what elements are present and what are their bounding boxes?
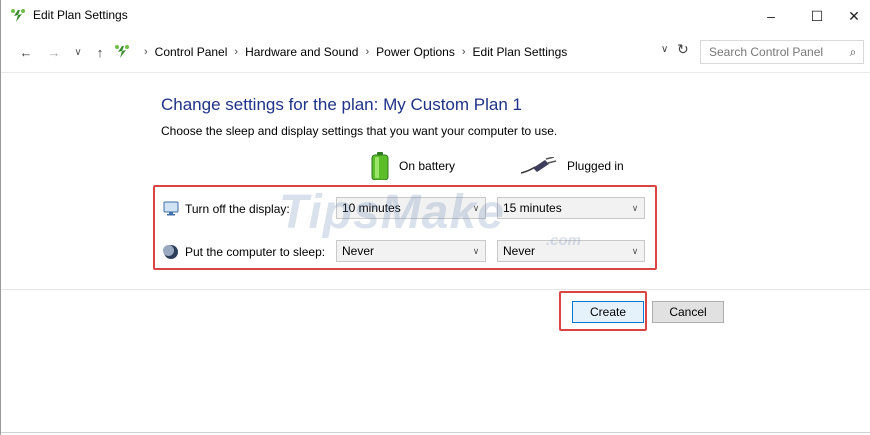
put-computer-to-sleep-label: Put the computer to sleep: bbox=[185, 245, 326, 259]
up-arrow-icon[interactable]: ↑ bbox=[91, 42, 109, 62]
breadcrumb-separator-icon[interactable]: › bbox=[365, 46, 369, 58]
chevron-down-icon: ∨ bbox=[472, 245, 480, 256]
back-arrow-icon[interactable]: ← bbox=[17, 42, 35, 62]
display-plugged-value: 15 minutes bbox=[503, 201, 562, 215]
breadcrumb-separator-icon[interactable]: › bbox=[144, 46, 148, 58]
cancel-button[interactable]: Cancel bbox=[652, 301, 724, 323]
breadcrumb-hardware-and-sound[interactable]: Hardware and Sound bbox=[245, 45, 358, 59]
minimize-button[interactable]: – bbox=[748, 0, 794, 32]
recent-locations-chevron-icon[interactable]: ∨ bbox=[69, 42, 87, 62]
sleep-battery-value: Never bbox=[342, 244, 375, 258]
page-description: Choose the sleep and display settings th… bbox=[161, 124, 558, 138]
title-bar: Edit Plan Settings – ☐ ✕ bbox=[1, 0, 870, 32]
display-icon bbox=[163, 201, 179, 216]
forward-arrow-icon[interactable]: → bbox=[45, 42, 63, 62]
search-icon[interactable]: ⌕ bbox=[843, 42, 863, 62]
breadcrumb-separator-icon[interactable]: › bbox=[462, 46, 466, 58]
chevron-down-icon: ∨ bbox=[472, 202, 480, 213]
sleep-plugged-select[interactable]: Never ∨ bbox=[497, 240, 645, 262]
breadcrumb-power-options[interactable]: Power Options bbox=[376, 45, 455, 59]
turn-off-display-label: Turn off the display: bbox=[185, 202, 290, 216]
content-divider bbox=[1, 289, 870, 290]
sleep-moon-icon bbox=[163, 245, 178, 259]
control-panel-icon bbox=[115, 45, 129, 58]
breadcrumb-control-panel[interactable]: Control Panel bbox=[155, 45, 228, 59]
breadcrumb-edit-plan-settings[interactable]: Edit Plan Settings bbox=[473, 45, 568, 59]
refresh-icon[interactable]: ↻ bbox=[677, 41, 689, 58]
edit-plan-settings-window: Edit Plan Settings – ☐ ✕ ← → ∨ ↑ › Contr… bbox=[0, 0, 870, 435]
display-battery-value: 10 minutes bbox=[342, 201, 401, 215]
chevron-down-icon: ∨ bbox=[631, 202, 639, 213]
sleep-plugged-value: Never bbox=[503, 244, 536, 258]
address-bar[interactable]: › Control Panel › Hardware and Sound › P… bbox=[113, 40, 695, 64]
battery-icon bbox=[371, 152, 389, 180]
window-title: Edit Plan Settings bbox=[33, 8, 128, 22]
sleep-battery-select[interactable]: Never ∨ bbox=[336, 240, 486, 262]
navigation-divider bbox=[1, 72, 870, 73]
page-title: Change settings for the plan: My Custom … bbox=[161, 95, 522, 114]
power-options-icon bbox=[11, 9, 25, 22]
close-button[interactable]: ✕ bbox=[831, 0, 870, 32]
plugged-in-label: Plugged in bbox=[567, 159, 624, 173]
chevron-down-icon: ∨ bbox=[631, 245, 639, 256]
search-box[interactable]: Search Control Panel ⌕ bbox=[700, 40, 864, 64]
display-battery-select[interactable]: 10 minutes ∨ bbox=[336, 197, 486, 219]
plugged-in-column-header: Plugged in bbox=[521, 150, 624, 182]
on-battery-label: On battery bbox=[399, 159, 456, 173]
on-battery-column-header: On battery bbox=[371, 150, 455, 182]
power-plug-icon bbox=[521, 157, 557, 174]
address-dropdown-chevron-icon[interactable]: ∨ bbox=[661, 44, 668, 55]
navigation-bar: ← → ∨ ↑ › Control Panel › Hardware and S… bbox=[1, 36, 870, 68]
search-input[interactable]: Search Control Panel bbox=[701, 45, 843, 59]
window-bottom-border bbox=[1, 432, 870, 433]
create-button[interactable]: Create bbox=[572, 301, 644, 323]
display-plugged-select[interactable]: 15 minutes ∨ bbox=[497, 197, 645, 219]
breadcrumb-separator-icon[interactable]: › bbox=[234, 46, 238, 58]
